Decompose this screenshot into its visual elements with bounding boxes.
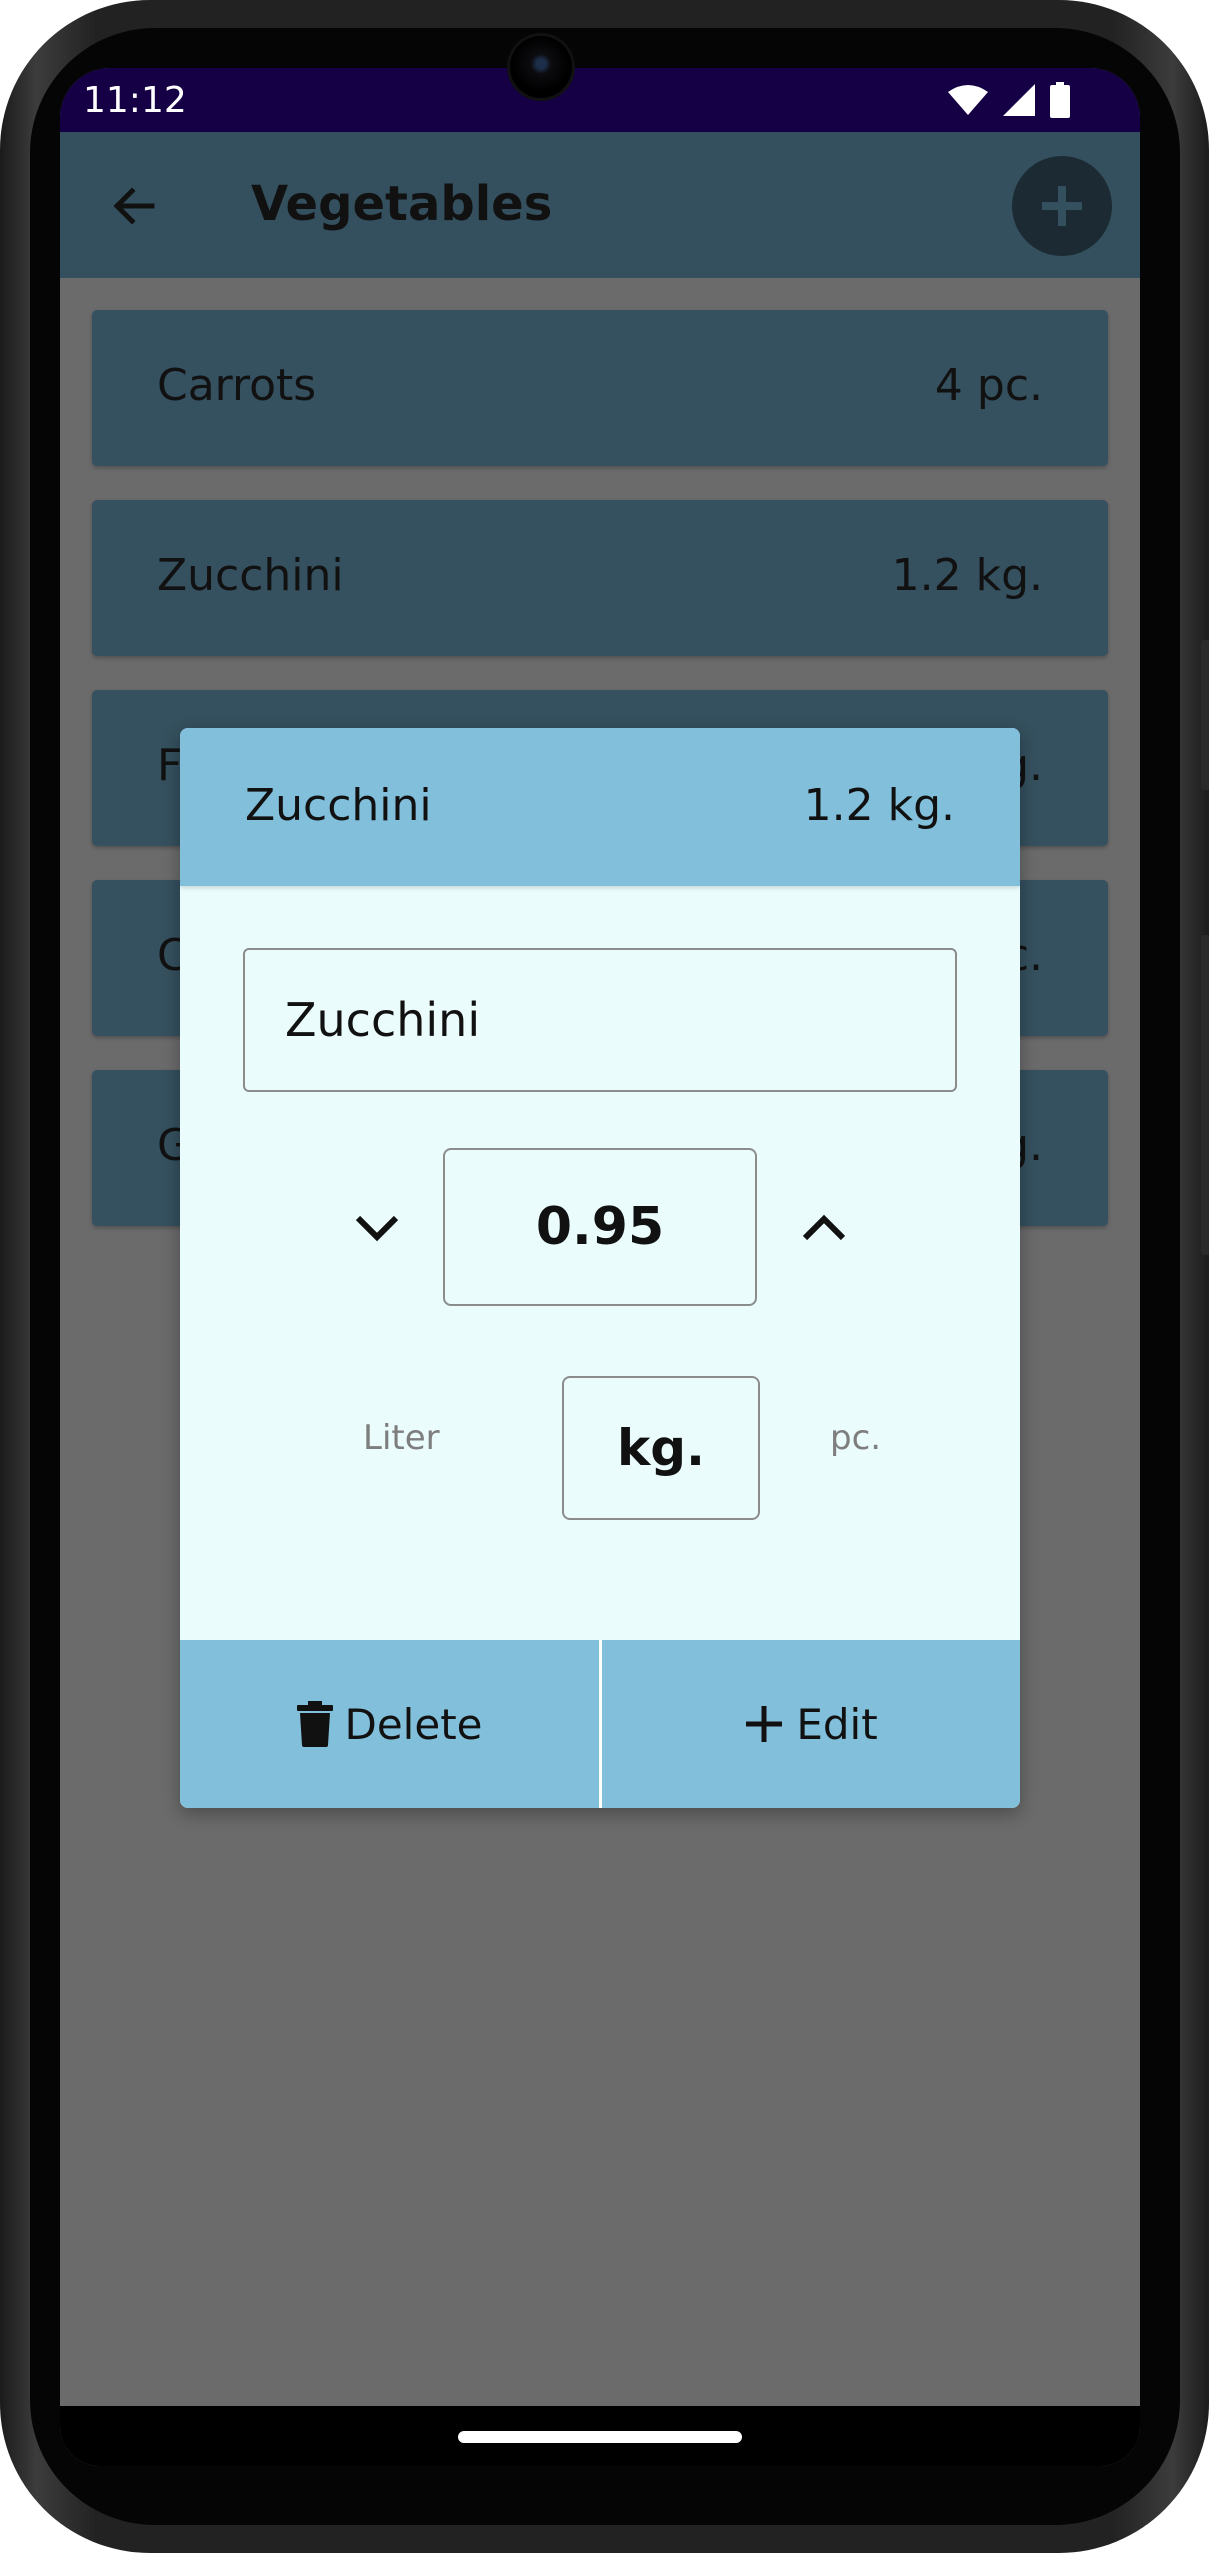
volume-button [1201,640,1209,790]
delete-label: Delete [344,1699,483,1749]
status-icons [948,82,1070,118]
item-quantity: 4 pc. [934,360,1043,411]
item-name: Carrots [157,360,317,411]
chevron-up-icon [802,1214,846,1241]
dialog-actions: Delete Edit [180,1640,1020,1808]
arrow-left-icon[interactable] [106,178,162,234]
navigation-bar [60,2406,1140,2466]
screen: 11:12 Vegetables Carrots 4 pc. Zucchini … [60,68,1140,2466]
chevron-down-icon [355,1215,399,1242]
item-name-input[interactable] [243,948,957,1092]
dialog-item-quantity: 1.2 kg. [803,780,955,831]
edit-item-dialog: Zucchini 1.2 kg. 0.95 Liter kg. pc. [180,728,1020,1808]
app-bar: Vegetables [60,132,1140,278]
dialog-header: Zucchini 1.2 kg. [180,728,1020,886]
item-quantity: 1.2 kg. [891,550,1043,601]
unit-option-kg-selected[interactable]: kg. [562,1376,760,1520]
page-title: Vegetables [251,176,553,232]
add-item-button[interactable] [1012,156,1112,256]
decrease-quantity-button[interactable] [345,1196,409,1260]
plus-icon [746,1706,783,1742]
front-camera [510,36,572,98]
item-name: Zucchini [157,550,344,601]
phone-frame: 11:12 Vegetables Carrots 4 pc. Zucchini … [0,0,1209,2553]
list-item[interactable]: Zucchini 1.2 kg. [92,500,1108,656]
signal-icon [1003,84,1035,116]
plus-icon [1042,186,1082,226]
item-name: F [157,740,183,791]
wifi-icon [948,85,988,115]
home-handle[interactable] [458,2431,742,2443]
edit-label: Edit [796,1699,878,1749]
increase-quantity-button[interactable] [792,1196,856,1260]
edit-button[interactable]: Edit [602,1640,1020,1808]
battery-icon [1050,82,1070,118]
power-button [1201,935,1209,1255]
unit-option-liter[interactable]: Liter [363,1418,440,1458]
dialog-item-name: Zucchini [245,780,432,831]
status-time: 11:12 [83,80,187,121]
list-item[interactable]: Carrots 4 pc. [92,310,1108,466]
trash-icon [296,1701,333,1747]
delete-button[interactable]: Delete [180,1640,599,1808]
quantity-field[interactable]: 0.95 [443,1148,757,1306]
status-bar: 11:12 [60,68,1140,132]
unit-option-pc[interactable]: pc. [830,1418,881,1458]
